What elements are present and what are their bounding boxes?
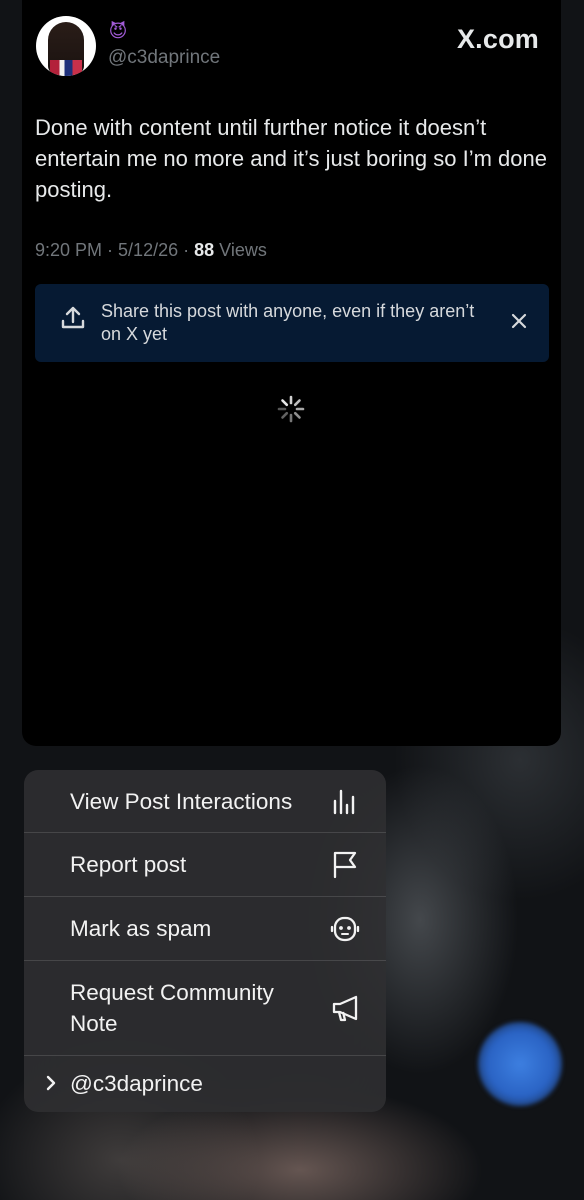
menu-item-view-post-interactions[interactable]: View Post Interactions xyxy=(24,770,386,833)
display-name-emoji: 😈 xyxy=(108,21,128,41)
brand-logo: X.com xyxy=(456,24,539,54)
menu-item-account[interactable]: @c3daprince xyxy=(24,1056,386,1112)
post-date: 5/12/26 xyxy=(118,240,179,260)
menu-item-label: Mark as spam xyxy=(70,916,212,941)
close-icon[interactable] xyxy=(509,311,529,331)
share-banner-text: Share this post with anyone, even if the… xyxy=(101,301,475,344)
robot-icon xyxy=(330,916,360,942)
views-label: Views xyxy=(214,240,267,260)
share-banner[interactable]: Share this post with anyone, even if the… xyxy=(35,284,549,362)
post-preview-card: 😈 @c3daprince X.com Done with content un… xyxy=(22,0,561,746)
menu-item-label: @c3daprince xyxy=(70,1071,203,1096)
menu-item-report-post[interactable]: Report post xyxy=(24,833,386,897)
megaphone-icon xyxy=(332,995,358,1022)
meta-separator: · xyxy=(178,240,195,260)
blurred-blue-button xyxy=(478,1022,562,1106)
post-time: 9:20 PM xyxy=(35,240,103,260)
bar-chart-icon xyxy=(333,789,355,815)
menu-item-label: Request Community Note xyxy=(70,980,274,1036)
menu-item-label: View Post Interactions xyxy=(70,789,293,814)
post-text: Done with content until further notice i… xyxy=(35,115,547,202)
post-meta: 9:20 PM · 5/12/26 · 88 Views xyxy=(35,240,267,261)
user-handle[interactable]: @c3daprince xyxy=(108,47,220,69)
context-menu: View Post Interactions Report post Mark … xyxy=(24,770,386,1112)
chevron-right-icon xyxy=(46,1075,56,1091)
menu-item-label: Report post xyxy=(70,852,187,877)
meta-separator: · xyxy=(102,240,119,260)
loading-spinner-icon xyxy=(277,395,305,423)
views-count: 88 xyxy=(194,240,215,260)
avatar[interactable] xyxy=(36,16,96,76)
menu-item-request-community-note[interactable]: Request Community Note xyxy=(24,961,386,1056)
share-upload-icon xyxy=(61,306,85,329)
flag-icon xyxy=(333,851,357,879)
menu-item-mark-as-spam[interactable]: Mark as spam xyxy=(24,897,386,961)
